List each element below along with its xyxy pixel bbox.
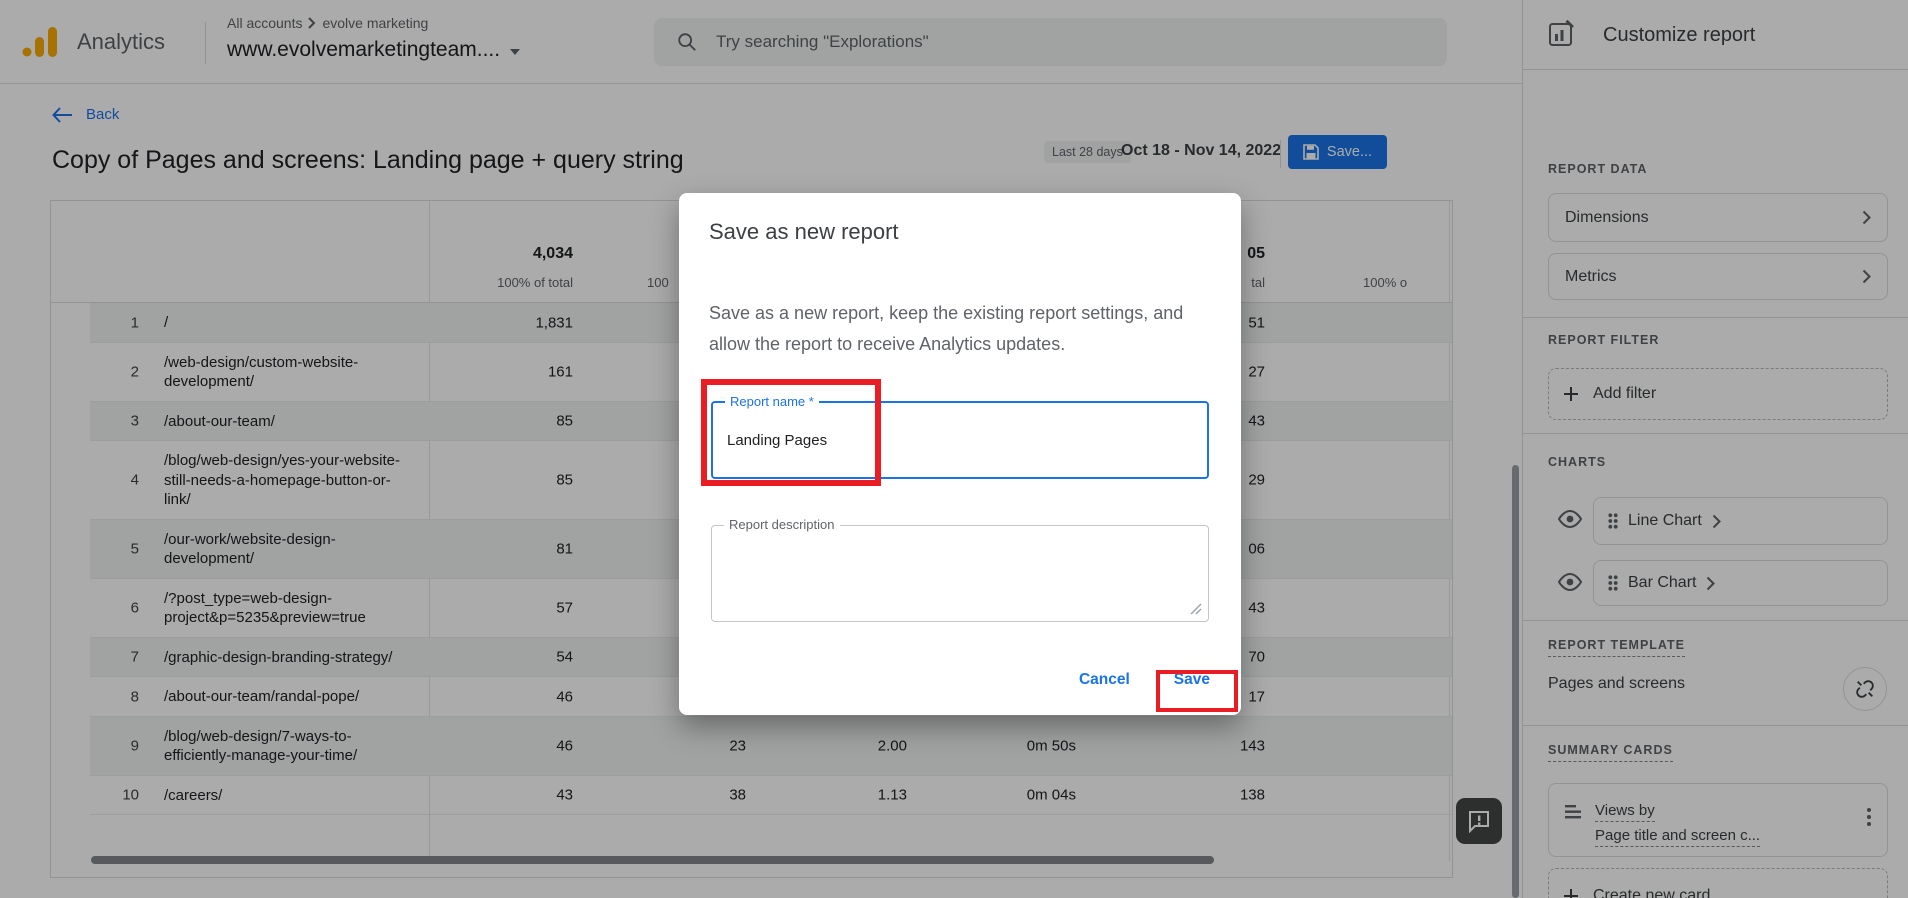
report-name-field: Report name * [711, 394, 1209, 479]
cancel-button[interactable]: Cancel [1079, 671, 1130, 689]
resize-handle-icon[interactable] [1190, 603, 1202, 615]
dialog-title: Save as new report [709, 219, 899, 244]
report-name-input[interactable] [727, 403, 1187, 477]
dialog-description: Save as a new report, keep the existing … [709, 303, 1184, 354]
report-description-field: Report description [711, 517, 1209, 622]
dialog-actions: Cancel Save [1079, 671, 1210, 689]
dialog-save-button[interactable]: Save [1174, 671, 1210, 689]
save-as-new-report-dialog: Save as new report Save as a new report,… [679, 193, 1241, 715]
report-description-input[interactable] [726, 526, 1186, 621]
